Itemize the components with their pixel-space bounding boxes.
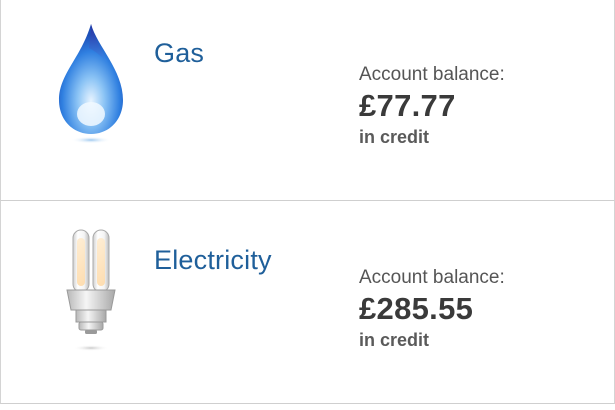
balance-label: Account balance: <box>359 267 505 288</box>
balance-status: in credit <box>359 127 430 147</box>
flame-icon <box>59 24 123 144</box>
balance-label: Account balance: <box>359 64 505 85</box>
electricity-balance: Account balance: £285.55 in credit <box>359 267 505 351</box>
electricity-account-card: Electricity Account balance: £285.55 in … <box>0 201 615 404</box>
gas-service-link[interactable]: Gas <box>154 38 204 69</box>
balance-amount: £77.77 <box>359 88 456 123</box>
lightbulb-icon <box>66 229 116 351</box>
account-summary: Gas Account balance: £77.77 in credit El… <box>0 0 615 410</box>
gas-balance: Account balance: £77.77 in credit <box>359 64 505 148</box>
balance-status: in credit <box>359 330 430 350</box>
electricity-service-link[interactable]: Electricity <box>154 245 272 276</box>
balance-amount: £285.55 <box>359 291 474 326</box>
gas-account-card: Gas Account balance: £77.77 in credit <box>0 0 615 201</box>
